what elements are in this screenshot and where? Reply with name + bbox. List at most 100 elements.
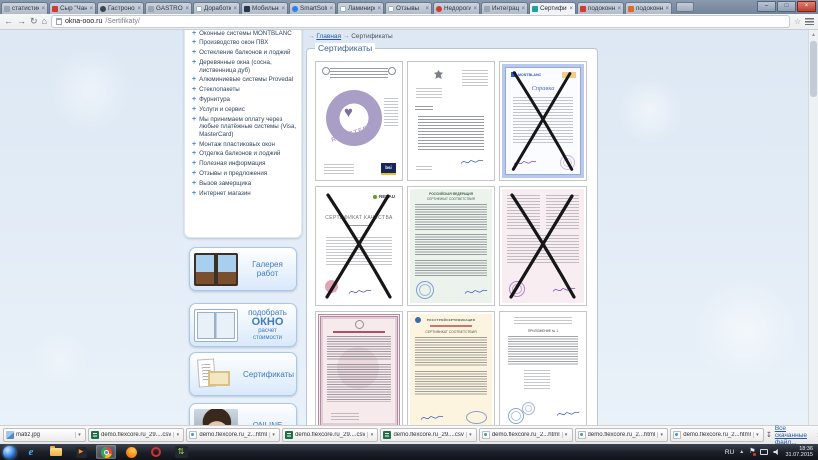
sidebar-item-alyuminievye[interactable]: +Алюминиевые системы Provedal bbox=[192, 76, 297, 83]
reload-icon[interactable]: ↻ bbox=[30, 17, 38, 26]
certificate-thumbnail-sanitary[interactable] bbox=[315, 311, 403, 425]
tab-nedorogie[interactable]: Недорогие× bbox=[433, 2, 480, 14]
tab-smartsoluti[interactable]: SmartSoluti× bbox=[289, 2, 336, 14]
close-button[interactable]: × bbox=[797, 1, 816, 12]
tab-dorabotki[interactable]: Доработки× bbox=[193, 2, 240, 14]
sidebar-item-furnitura[interactable]: +Фурнитура bbox=[192, 96, 297, 103]
tab-integraci[interactable]: Интеграци× bbox=[481, 2, 528, 14]
certificate-thumbnail-rehau[interactable]: REHAU СЕРТИФИКАТ КАЧЕСТВА bbox=[315, 186, 403, 306]
tab-gastrono[interactable]: GASTRONO× bbox=[145, 2, 192, 14]
sidebar-item-montblanc[interactable]: +Оконные системы MONTBLANC bbox=[192, 30, 297, 37]
tab-close-icon[interactable]: × bbox=[569, 6, 573, 12]
download-item-matiz[interactable]: matiz.jpg▾ bbox=[3, 428, 86, 442]
tab-otzyvy[interactable]: Отзывы× bbox=[385, 2, 432, 14]
certificate-thumbnail-letter[interactable] bbox=[407, 61, 495, 181]
tab-gastronomi[interactable]: Гастрономи× bbox=[97, 2, 144, 14]
tab-close-icon[interactable]: × bbox=[233, 6, 237, 12]
minimize-button[interactable]: – bbox=[757, 1, 776, 12]
online-consultant-card[interactable]: ONLINE bbox=[189, 403, 297, 425]
chevron-down-icon[interactable]: ▾ bbox=[657, 432, 665, 438]
taskbar-item-firefox[interactable] bbox=[121, 445, 141, 459]
language-indicator[interactable]: RU bbox=[725, 449, 734, 456]
certificate-thumbnail-pink[interactable] bbox=[499, 186, 587, 306]
forward-icon[interactable]: → bbox=[17, 17, 26, 26]
chevron-down-icon[interactable]: ▾ bbox=[753, 432, 761, 438]
certificate-thumbnail-rosstroy[interactable]: РОССТРОЙСЕРТИФИКАЦИЯ СЕРТИФИКАТ СООТВЕТС… bbox=[407, 311, 495, 425]
download-item-csv-1[interactable]: demo.flexcore.ru_29....csv▾ bbox=[88, 428, 184, 442]
volume-icon[interactable] bbox=[773, 449, 780, 456]
chevron-down-icon[interactable]: ▾ bbox=[173, 432, 181, 438]
address-bar[interactable]: okna-ooo.ru/Sertifikaty/ bbox=[51, 15, 790, 28]
tab-syr-chanah[interactable]: Сыр "Чанах"× bbox=[49, 2, 96, 14]
certificate-thumbnail-conformity[interactable]: РОССИЙСКАЯ ФЕДЕРАЦИЯ СЕРТИФИКАТ СООТВЕТС… bbox=[407, 186, 495, 306]
chevron-down-icon[interactable]: ▾ bbox=[75, 432, 83, 438]
tab-close-icon[interactable]: × bbox=[617, 6, 621, 12]
bookmark-star-icon[interactable]: ☆ bbox=[794, 17, 801, 26]
download-item-html-4[interactable]: demo.flexcore.ru_2...html▾ bbox=[670, 428, 764, 442]
download-item-html-3[interactable]: demo.flexcore.ru_2...html▾ bbox=[575, 428, 669, 442]
scroll-up-icon[interactable]: ▲ bbox=[809, 30, 818, 40]
download-item-html-2[interactable]: demo.flexcore.ru_2...html▾ bbox=[479, 428, 573, 442]
sidebar-item-otdelka[interactable]: +Отделка балконов и лоджий bbox=[192, 150, 297, 157]
new-tab-button[interactable] bbox=[676, 2, 694, 12]
certificates-card[interactable]: Сертификаты bbox=[189, 352, 297, 396]
certificate-thumbnail-montblanc[interactable]: MONTBLANC Справка bbox=[499, 61, 587, 181]
tab-close-icon[interactable]: × bbox=[473, 6, 477, 12]
taskbar-item-media-player[interactable]: ▶ bbox=[71, 445, 91, 459]
sidebar-item-steklopakety[interactable]: +Стеклопакеты bbox=[192, 86, 297, 93]
chevron-down-icon[interactable]: ▾ bbox=[562, 432, 570, 438]
tab-sertifikat-active[interactable]: Сертификат× bbox=[529, 2, 576, 14]
sidebar-item-oplata[interactable]: +Мы принимаем оплату через любые платёжн… bbox=[192, 116, 297, 138]
download-item-csv-2[interactable]: demo.flexcore.ru_29....csv▾ bbox=[282, 428, 378, 442]
page-scrollbar[interactable]: ▲ bbox=[808, 30, 818, 425]
taskbar-item-ie[interactable]: e bbox=[21, 445, 41, 459]
sidebar-item-magazin[interactable]: +Интернет магазин bbox=[192, 190, 297, 197]
chevron-down-icon[interactable]: ▾ bbox=[269, 432, 277, 438]
sidebar-item-pvh[interactable]: +Производство окон ПВХ bbox=[192, 39, 297, 46]
sidebar-item-montazh[interactable]: +Монтаж пластиковых окон bbox=[192, 141, 297, 148]
sidebar-item-osteklenie[interactable]: +Остекление балконов и лоджий bbox=[192, 49, 297, 56]
back-icon[interactable]: ← bbox=[4, 17, 13, 26]
sidebar-item-info[interactable]: +Полезная информация bbox=[192, 160, 297, 167]
tab-close-icon[interactable]: × bbox=[665, 6, 669, 12]
tab-close-icon[interactable]: × bbox=[425, 6, 429, 12]
tab-podokonni-2[interactable]: подоконни× bbox=[625, 2, 672, 14]
tab-laminirov[interactable]: Ламиниров× bbox=[337, 2, 384, 14]
tab-close-icon[interactable]: × bbox=[521, 6, 525, 12]
sidebar-item-otzyvy[interactable]: +Отзывы и предложения bbox=[192, 170, 297, 177]
tab-close-icon[interactable]: × bbox=[329, 6, 333, 12]
download-item-html-1[interactable]: demo.flexcore.ru_2...html▾ bbox=[186, 428, 280, 442]
show-all-downloads-link[interactable]: ↧ Все скачанные файл... bbox=[766, 425, 807, 446]
tab-close-icon[interactable]: × bbox=[281, 6, 285, 12]
tab-close-icon[interactable]: × bbox=[377, 6, 381, 12]
certificate-thumbnail-appendix[interactable]: ПРИЛОЖЕНИЕ № 1 bbox=[499, 311, 587, 425]
select-window-card[interactable]: подобрать ОКНО расчет стоимости bbox=[189, 303, 297, 347]
action-center-flag-icon[interactable]: ⚑ bbox=[749, 448, 755, 456]
start-button[interactable] bbox=[3, 446, 16, 459]
sidebar-item-derevyannye[interactable]: +Деревянные окна (сосна, лиственница дуб… bbox=[192, 59, 297, 74]
maximize-button[interactable]: □ bbox=[777, 1, 796, 12]
tab-podokonni-1[interactable]: подоконни× bbox=[577, 2, 624, 14]
tab-close-icon[interactable]: × bbox=[41, 6, 45, 12]
breadcrumb-home-link[interactable]: Главная bbox=[316, 33, 341, 40]
hidden-icons-arrow[interactable]: ▲ bbox=[739, 449, 744, 455]
sidebar-item-uslugi[interactable]: +Услуги и сервис bbox=[192, 106, 297, 113]
chevron-down-icon[interactable]: ▾ bbox=[466, 432, 474, 438]
taskbar-item-opera[interactable] bbox=[146, 445, 166, 459]
browser-menu-icon[interactable] bbox=[805, 18, 814, 25]
download-item-csv-3[interactable]: demo.flexcore.ru_29....csv▾ bbox=[380, 428, 476, 442]
tab-close-icon[interactable]: × bbox=[89, 6, 93, 12]
tab-statistika[interactable]: статистика× bbox=[1, 2, 48, 14]
tab-mobilnyy[interactable]: Мобильный× bbox=[241, 2, 288, 14]
scrollbar-thumb[interactable] bbox=[810, 41, 817, 97]
chevron-down-icon[interactable]: ▾ bbox=[367, 432, 375, 438]
tab-close-icon[interactable]: × bbox=[185, 6, 189, 12]
tab-close-icon[interactable]: × bbox=[137, 6, 141, 12]
taskbar-item-download-manager[interactable]: ⇅ bbox=[171, 445, 191, 459]
sidebar-item-zamershik[interactable]: +Вызов замерщика bbox=[192, 180, 297, 187]
tray-clock[interactable]: 18:36 31.07.2015 bbox=[785, 446, 813, 459]
home-icon[interactable]: ⌂ bbox=[42, 17, 47, 26]
network-icon[interactable] bbox=[760, 449, 768, 455]
certificate-thumbnail-bsi[interactable]: ♥ REGISTERED bsi bbox=[315, 61, 403, 181]
taskbar-item-chrome[interactable] bbox=[96, 445, 116, 459]
